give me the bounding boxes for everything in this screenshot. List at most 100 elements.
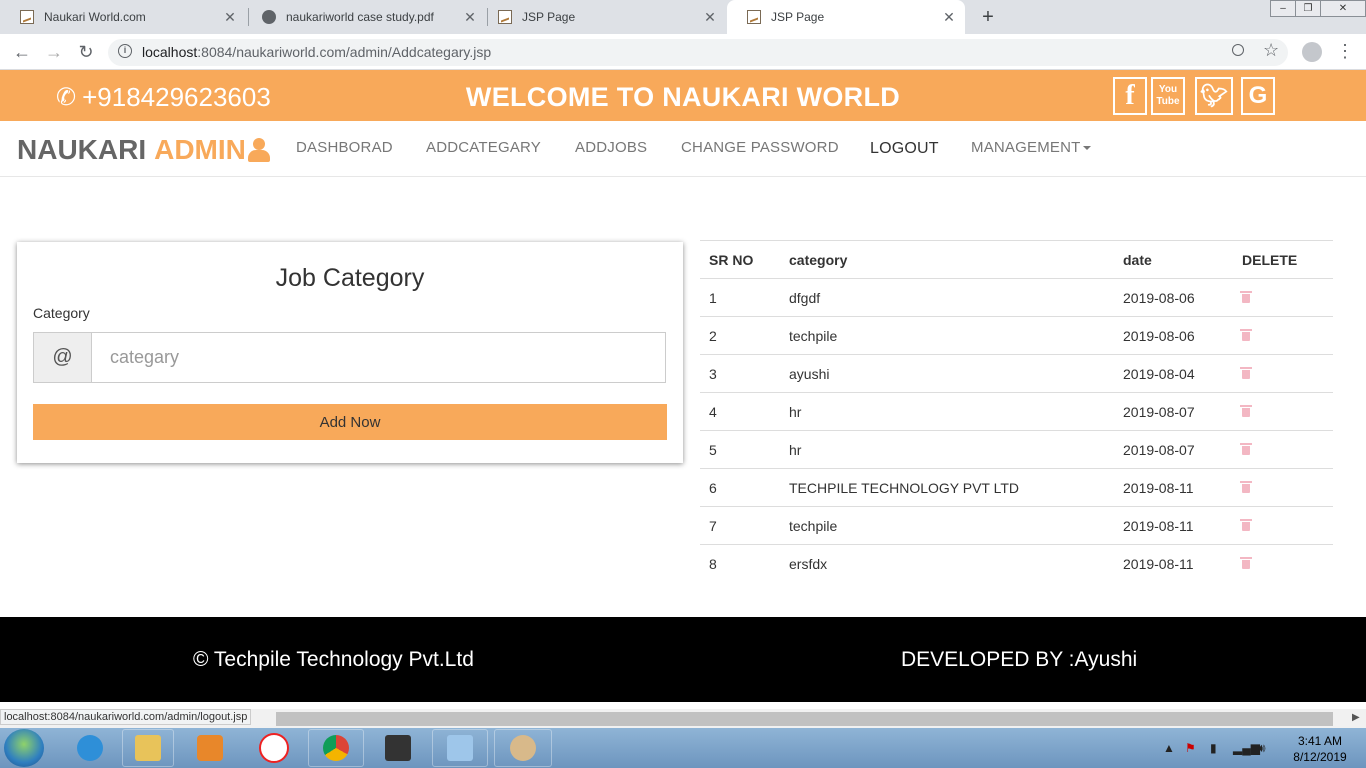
cell-date: 2019-08-11: [1114, 468, 1233, 507]
category-label: Category: [33, 305, 90, 321]
file-explorer-icon[interactable]: [122, 729, 174, 767]
table-row: 6 TECHPILE TECHNOLOGY PVT LTD 2019-08-11: [700, 468, 1333, 507]
cell-sr: 7: [700, 506, 780, 545]
nav-change-password[interactable]: CHANGE PASSWORD: [681, 139, 839, 156]
caret-down-icon: [1082, 146, 1091, 151]
header-sr-no: SR NO: [700, 240, 780, 279]
close-tab-icon[interactable]: ✕: [460, 9, 480, 26]
url-host: localhost: [142, 44, 198, 60]
facebook-icon[interactable]: f: [1113, 77, 1147, 115]
tab-separator: [248, 8, 249, 26]
category-input[interactable]: [92, 333, 665, 382]
back-arrow-icon[interactable]: ←: [10, 40, 34, 64]
youtube-icon[interactable]: You Tube: [1151, 77, 1185, 115]
trash-icon[interactable]: [1240, 518, 1252, 531]
add-now-button[interactable]: Add Now: [33, 404, 667, 440]
header-delete: DELETE: [1233, 240, 1333, 279]
cell-delete: [1233, 544, 1333, 582]
profile-avatar-icon[interactable]: [1302, 42, 1322, 62]
table-header-row: SR NO category date DELETE: [700, 240, 1333, 279]
cell-sr: 3: [700, 354, 780, 393]
battery-icon[interactable]: ▮: [1210, 741, 1217, 755]
cell-delete: [1233, 468, 1333, 507]
header-category: category: [780, 240, 1114, 279]
cell-delete: [1233, 506, 1333, 545]
scroll-right-icon[interactable]: ▶: [1352, 712, 1360, 723]
category-input-group: @: [33, 332, 666, 383]
nav-management-dropdown[interactable]: MANAGEMENT: [971, 139, 1091, 156]
close-window-icon[interactable]: ✕: [1320, 0, 1366, 17]
table-row: 2 techpile 2019-08-06: [700, 316, 1333, 355]
twitter-icon[interactable]: 🐦︎: [1195, 77, 1233, 115]
windows-start-icon[interactable]: [4, 729, 44, 767]
nav-addcategory[interactable]: ADDCATEGARY: [426, 139, 541, 156]
mysql-workbench-icon[interactable]: [372, 729, 424, 767]
reload-icon[interactable]: ↻: [74, 40, 98, 64]
show-hidden-icons[interactable]: ▲: [1163, 741, 1175, 755]
forward-arrow-icon[interactable]: →: [42, 40, 66, 64]
cell-sr: 4: [700, 392, 780, 431]
media-player-icon[interactable]: [184, 729, 236, 767]
paint-icon[interactable]: [494, 729, 552, 767]
trash-icon[interactable]: [1240, 480, 1252, 493]
cell-date: 2019-08-11: [1114, 544, 1233, 582]
brand-main: NAUKARI: [17, 134, 147, 165]
cell-date: 2019-08-04: [1114, 354, 1233, 393]
cell-delete: [1233, 354, 1333, 393]
nav-logout[interactable]: LOGOUT: [870, 140, 939, 158]
browser-menu-icon[interactable]: ⋮: [1336, 40, 1354, 62]
cell-sr: 8: [700, 544, 780, 582]
taskbar-clock[interactable]: 3:41 AM 8/12/2019: [1285, 733, 1355, 765]
chrome-icon[interactable]: [308, 729, 364, 767]
yandex-browser-icon[interactable]: [248, 729, 300, 767]
network-signal-icon[interactable]: ▂▄▆: [1233, 741, 1260, 755]
trash-icon[interactable]: [1240, 556, 1252, 569]
virtualbox-icon[interactable]: [432, 729, 488, 767]
tab-title: JSP Page: [522, 10, 576, 24]
cell-category: hr: [780, 392, 1114, 431]
cell-date: 2019-08-11: [1114, 506, 1233, 545]
cell-category: techpile: [780, 506, 1114, 545]
cell-sr: 5: [700, 430, 780, 469]
trash-icon[interactable]: [1240, 366, 1252, 379]
trash-icon[interactable]: [1240, 290, 1252, 303]
minimize-window-icon[interactable]: –: [1270, 0, 1296, 17]
site-info-icon[interactable]: i: [118, 44, 132, 58]
globe-icon: [262, 10, 276, 24]
cell-delete: [1233, 430, 1333, 469]
cell-delete: [1233, 392, 1333, 431]
volume-icon[interactable]: 🔊︎: [1258, 741, 1266, 756]
header-date: date: [1114, 240, 1233, 279]
trash-icon[interactable]: [1240, 404, 1252, 417]
url-text[interactable]: localhost:8084/naukariworld.com/admin/Ad…: [142, 44, 491, 60]
close-tab-icon[interactable]: ✕: [700, 9, 720, 26]
table-row: 7 techpile 2019-08-11: [700, 506, 1333, 545]
bookmark-star-icon[interactable]: ☆: [1263, 40, 1279, 61]
trash-icon[interactable]: [1240, 328, 1252, 341]
horizontal-scrollbar-thumb[interactable]: [276, 712, 1333, 726]
google-icon[interactable]: G: [1241, 77, 1275, 115]
table-row: 4 hr 2019-08-07: [700, 392, 1333, 431]
nav-dashboard[interactable]: DASHBORAD: [296, 139, 393, 156]
nav-addjobs[interactable]: ADDJOBS: [575, 139, 647, 156]
internet-explorer-icon[interactable]: [64, 729, 116, 767]
browser-tab-4-active[interactable]: JSP Page ✕: [727, 0, 965, 34]
close-tab-icon[interactable]: ✕: [220, 9, 240, 26]
browser-tab-2[interactable]: naukariworld case study.pdf ✕: [250, 0, 486, 34]
page-favicon-icon: [747, 10, 761, 24]
brand-logo[interactable]: NAUKARI ADMIN: [17, 134, 270, 166]
tab-title: Naukari World.com: [44, 10, 146, 24]
action-center-flag-icon[interactable]: ⚑: [1185, 741, 1196, 755]
restore-window-icon[interactable]: ❐: [1295, 0, 1321, 17]
cell-delete: [1233, 316, 1333, 355]
zoom-icon[interactable]: [1232, 44, 1244, 56]
cell-date: 2019-08-06: [1114, 316, 1233, 355]
new-tab-button[interactable]: +: [977, 4, 999, 30]
browser-tab-1[interactable]: Naukari World.com ✕: [0, 0, 246, 34]
close-tab-icon[interactable]: ✕: [939, 9, 959, 26]
category-table: SR NO category date DELETE 1 dfgdf 2019-…: [700, 240, 1333, 582]
trash-icon[interactable]: [1240, 442, 1252, 455]
cell-sr: 1: [700, 278, 780, 317]
browser-tab-3[interactable]: JSP Page ✕: [478, 0, 726, 34]
cell-sr: 2: [700, 316, 780, 355]
